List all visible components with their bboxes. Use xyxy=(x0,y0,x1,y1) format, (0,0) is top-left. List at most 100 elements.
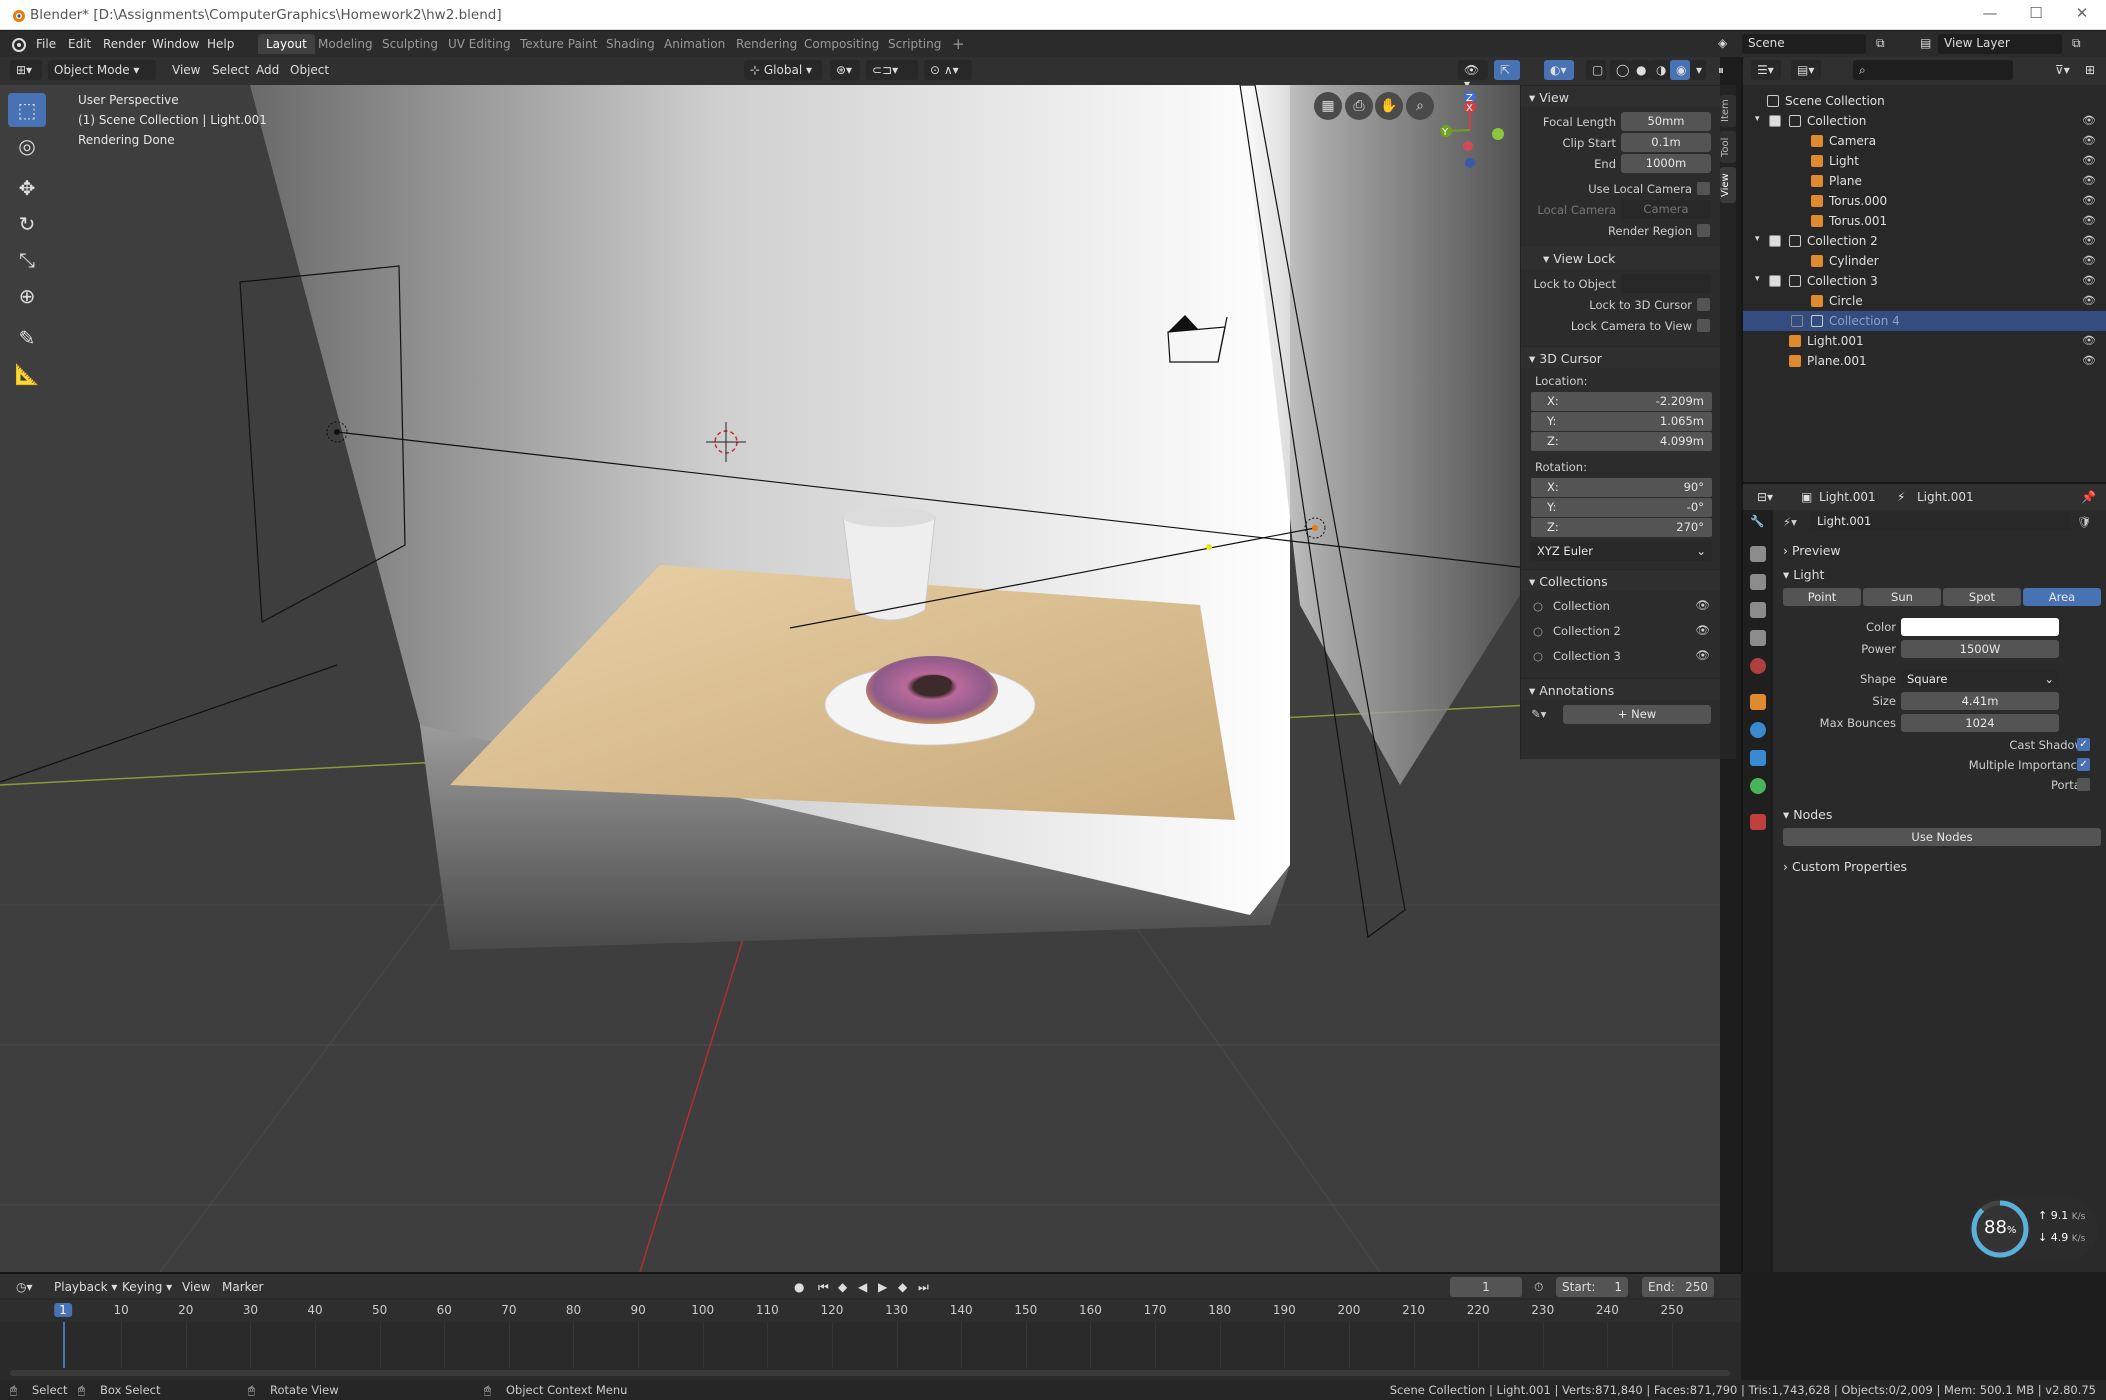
object-mode-dropdown[interactable]: Object Mode ▾ xyxy=(48,60,156,80)
eye-icon[interactable]: 👁 xyxy=(1695,648,1710,662)
menu-select[interactable]: Select xyxy=(206,60,255,80)
light-type-point[interactable]: Point xyxy=(1783,588,1861,606)
outliner-row[interactable]: Light.001 👁 xyxy=(1743,331,2106,351)
outliner-row-scene-collection[interactable]: Scene Collection xyxy=(1743,91,2106,111)
cursor-tool-icon[interactable]: ◎ xyxy=(8,129,46,163)
view-layer-props-icon[interactable] xyxy=(1750,602,1766,618)
transform-orientation-dropdown[interactable]: ⊹ Global ▾ xyxy=(744,60,822,80)
overlay-icon[interactable]: ◐▾ xyxy=(1544,60,1574,80)
prev-keyframe-icon[interactable]: ◆ xyxy=(832,1277,853,1297)
render-props-icon[interactable] xyxy=(1750,546,1766,562)
local-camera-field[interactable]: Camera xyxy=(1621,200,1711,219)
max-bounces-field[interactable]: 1024 xyxy=(1901,714,2059,732)
npanel-collection-item[interactable]: ○ Collection 3 👁 xyxy=(1521,645,1720,670)
menu-file[interactable]: File xyxy=(36,37,56,51)
use-local-camera-checkbox[interactable] xyxy=(1697,182,1710,195)
eye-icon[interactable]: 👁 xyxy=(2082,194,2096,207)
selected-light-origin[interactable] xyxy=(1206,544,1212,550)
exclude-checkbox[interactable] xyxy=(1769,275,1781,287)
pan-hand-icon[interactable]: ✋ xyxy=(1375,92,1403,120)
add-workspace-icon[interactable]: + xyxy=(944,32,973,53)
exclude-checkbox[interactable] xyxy=(1769,115,1781,127)
clip-end-field[interactable]: 1000m xyxy=(1621,154,1711,173)
outliner-row[interactable]: Collection 4 xyxy=(1743,311,2106,331)
exclude-checkbox[interactable] xyxy=(1791,315,1803,327)
solid-shading-icon[interactable]: ● xyxy=(1630,60,1650,80)
new-scene-icon[interactable]: ⧉ xyxy=(1870,34,1890,54)
transform-tool-icon[interactable]: ⊕ xyxy=(8,279,46,313)
constraint-props-icon[interactable] xyxy=(1750,750,1766,766)
new-annotation-button[interactable]: + New xyxy=(1563,705,1711,724)
custom-properties-section[interactable]: › Custom Properties xyxy=(1775,854,2106,878)
display-mode-icon[interactable]: ▤▾ xyxy=(1791,60,1821,80)
cursor-location-z[interactable]: Z: 4.099m xyxy=(1531,432,1712,451)
rotate-tool-icon[interactable]: ↻ xyxy=(8,207,46,241)
eye-icon[interactable]: 👁 xyxy=(2082,254,2096,267)
new-collection-icon[interactable]: ⊞ xyxy=(2079,60,2101,80)
cursor-location-x[interactable]: X: -2.209m xyxy=(1531,392,1712,411)
play-icon[interactable]: ▶ xyxy=(872,1277,893,1297)
camera-view-icon[interactable]: ⎙ xyxy=(1345,92,1373,120)
menu-add[interactable]: Add xyxy=(250,60,285,80)
light-type-icon[interactable]: ⚡▾ xyxy=(1783,515,1797,529)
proportional-edit-icon[interactable]: ⊙ ∧▾ xyxy=(924,60,972,80)
tab-scripting[interactable]: Scripting xyxy=(880,34,949,54)
eye-icon[interactable]: 👁 xyxy=(2082,134,2096,147)
light-props-icon[interactable] xyxy=(1750,778,1766,794)
datablock-name-field[interactable]: Light.001 xyxy=(1811,512,2071,530)
use-nodes-button[interactable]: Use Nodes xyxy=(1783,828,2101,846)
current-frame-field[interactable]: 1 xyxy=(1450,1277,1522,1297)
npanel-collection-item[interactable]: ○ Collection 👁 xyxy=(1521,595,1720,620)
render-region-checkbox[interactable] xyxy=(1697,224,1710,237)
annotation-type-icon[interactable]: ✎▾ xyxy=(1531,707,1546,721)
new-view-layer-icon[interactable]: ⧉ xyxy=(2066,34,2086,54)
timeline-editor-type-icon[interactable]: ◷▾ xyxy=(10,1277,39,1297)
timeline-tracks[interactable] xyxy=(0,1322,1741,1368)
minimize-icon[interactable]: — xyxy=(1970,4,2010,22)
menu-playback[interactable]: Playback ▾ xyxy=(48,1277,123,1297)
menu-marker[interactable]: Marker xyxy=(216,1277,269,1297)
snap-icon[interactable]: ⊂⊐▾ xyxy=(866,60,918,80)
editor-type-icon[interactable]: ⊞▾ xyxy=(10,60,42,80)
outliner-row[interactable]: Cylinder 👁 xyxy=(1743,251,2106,271)
move-tool-icon[interactable]: ✥ xyxy=(8,171,46,205)
view-layer-icon[interactable]: ▤ xyxy=(1914,34,1934,54)
outliner-row[interactable]: Torus.001 👁 xyxy=(1743,211,2106,231)
close-icon[interactable]: ✕ xyxy=(2062,4,2102,22)
breadcrumb-data[interactable]: Light.001 xyxy=(1911,487,1980,507)
cursor-rotation-z[interactable]: Z: 270° xyxy=(1531,518,1712,537)
outliner-row[interactable]: Circle 👁 xyxy=(1743,291,2106,311)
tab-rendering[interactable]: Rendering xyxy=(728,34,805,54)
outliner-row[interactable]: Camera 👁 xyxy=(1743,131,2106,151)
tab-shading[interactable]: Shading xyxy=(598,34,663,54)
menu-keying[interactable]: Keying ▾ xyxy=(116,1277,178,1297)
scene-props-icon[interactable] xyxy=(1750,630,1766,646)
3d-cursor-panel-header[interactable]: ▾ 3D Cursor xyxy=(1521,346,1720,368)
end-frame-field[interactable]: End: 250 xyxy=(1642,1277,1714,1297)
exclude-checkbox[interactable] xyxy=(1769,235,1781,247)
tab-modeling[interactable]: Modeling xyxy=(310,34,381,54)
menu-object[interactable]: Object xyxy=(284,60,335,80)
light-section[interactable]: ▾ Light xyxy=(1775,562,2106,586)
tab-compositing[interactable]: Compositing xyxy=(796,34,887,54)
cursor-rotation-y[interactable]: Y: -0° xyxy=(1531,498,1712,517)
cast-shadow-checkbox[interactable]: ✓ xyxy=(2077,738,2090,751)
toggle-grid-view-icon[interactable]: ▦ xyxy=(1314,92,1342,120)
eye-icon[interactable]: 👁 xyxy=(2082,214,2096,227)
timeline-scrollbar[interactable] xyxy=(10,1370,1730,1376)
filter-icon[interactable]: ⊽▾ xyxy=(2049,60,2076,80)
light-type-area[interactable]: Area xyxy=(2023,588,2101,606)
xray-icon[interactable]: ▢ xyxy=(1586,60,1606,80)
maximize-icon[interactable]: ☐ xyxy=(2016,4,2056,22)
view-lock-header[interactable]: ▾ View Lock xyxy=(1521,247,1720,269)
menu-edit[interactable]: Edit xyxy=(68,37,91,51)
portal-checkbox[interactable] xyxy=(2077,778,2090,791)
output-props-icon[interactable] xyxy=(1750,574,1766,590)
3d-viewport[interactable]: User Perspective (1) Scene Collection | … xyxy=(0,85,1720,1272)
start-frame-field[interactable]: Start: 1 xyxy=(1556,1277,1628,1297)
navigation-gizmo[interactable]: Z X Y xyxy=(1430,85,1510,175)
outliner-row[interactable]: Torus.000 👁 xyxy=(1743,191,2106,211)
expand-arrow-icon[interactable]: ▾ xyxy=(1755,274,1760,284)
rendered-shading-icon[interactable]: ◉ xyxy=(1670,60,1690,80)
scale-tool-icon[interactable]: ⤡ xyxy=(8,243,46,277)
